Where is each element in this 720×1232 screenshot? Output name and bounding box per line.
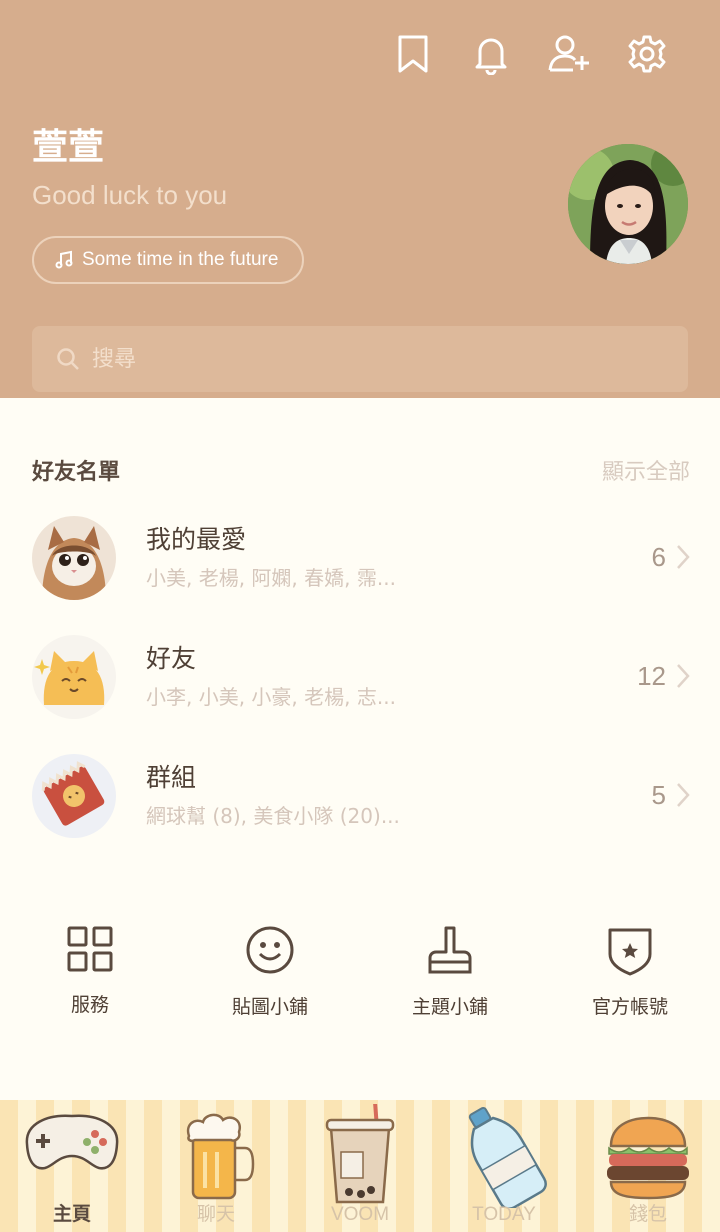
hamburger-icon xyxy=(607,1116,689,1200)
friends-count: 12 xyxy=(637,661,666,691)
services-button[interactable]: 服務 xyxy=(0,924,180,1017)
sticker-shop-button[interactable]: 貼圖小鋪 xyxy=(180,924,360,1019)
beer-mug-icon xyxy=(186,1113,255,1200)
search-icon xyxy=(57,348,79,370)
profile-name[interactable]: 萱萱 xyxy=(32,118,104,170)
tab-wallet-label: 錢包 xyxy=(628,1204,667,1225)
bottom-tab-bar: 主頁 聊天 VOOM TODAY 錢包 xyxy=(0,1100,720,1232)
settings-gear-icon[interactable] xyxy=(608,32,686,76)
profile-avatar[interactable] xyxy=(568,144,688,264)
header-actions xyxy=(374,32,686,76)
list-item-friends[interactable]: 好友 小李, 小美, 小豪, 老楊, 志... 12 xyxy=(0,621,720,731)
profile-music-button[interactable]: Some time in the future xyxy=(32,236,305,284)
paint-brush-icon xyxy=(428,926,472,974)
soda-bottle-icon xyxy=(468,1106,547,1208)
list-item-favorites[interactable]: 我的最愛 小美, 老楊, 阿嫻, 春嬌, 霈... 6 xyxy=(0,502,720,612)
tab-voom-label: VOOM xyxy=(330,1204,390,1225)
status-message[interactable]: Good luck to you xyxy=(32,180,227,211)
bubble-tea-icon xyxy=(325,1104,395,1204)
add-friend-icon[interactable] xyxy=(530,32,608,76)
sticker-shop-label: 貼圖小鋪 xyxy=(231,996,308,1018)
favorites-title: 我的最愛 xyxy=(146,525,247,554)
theme-shop-label: 主題小鋪 xyxy=(411,996,488,1018)
favorites-count: 6 xyxy=(651,542,666,572)
bookmark-icon[interactable] xyxy=(374,32,452,76)
search-bar[interactable] xyxy=(32,326,688,392)
favorites-thumbnail xyxy=(32,516,116,600)
game-controller-icon xyxy=(25,1114,119,1170)
profile-header: 萱萱 Good luck to you Some time in the fut… xyxy=(0,0,720,398)
chevron-right-icon xyxy=(676,544,690,574)
tab-chats[interactable]: 聊天 xyxy=(144,1100,288,1232)
services-label: 服務 xyxy=(70,994,109,1016)
friends-thumbnail xyxy=(32,635,116,719)
music-note-icon xyxy=(55,250,73,269)
show-all-link[interactable]: 顯示全部 xyxy=(602,454,690,486)
grid-icon xyxy=(67,926,113,972)
smiley-icon xyxy=(246,926,294,974)
groups-title: 群組 xyxy=(146,763,197,792)
search-input[interactable] xyxy=(92,346,652,372)
theme-shop-button[interactable]: 主題小鋪 xyxy=(360,924,540,1019)
groups-members: 網球幫 (8), 美食小隊 (20)... xyxy=(146,804,400,828)
tab-today-label: TODAY xyxy=(472,1204,536,1225)
chevron-right-icon xyxy=(676,663,690,693)
tab-home[interactable]: 主頁 xyxy=(0,1100,144,1232)
tab-wallet[interactable]: 錢包 xyxy=(576,1100,720,1232)
tab-home-label: 主頁 xyxy=(52,1204,91,1225)
chevron-right-icon xyxy=(676,782,690,812)
groups-count: 5 xyxy=(651,780,666,810)
notification-bell-icon[interactable] xyxy=(452,32,530,76)
tab-voom[interactable]: VOOM xyxy=(288,1100,432,1232)
friends-members: 小李, 小美, 小豪, 老楊, 志... xyxy=(146,685,396,709)
groups-thumbnail xyxy=(32,754,116,838)
list-item-groups[interactable]: 群組 網球幫 (8), 美食小隊 (20)... 5 xyxy=(0,740,720,850)
official-accounts-button[interactable]: 官方帳號 xyxy=(540,924,720,1019)
favorites-members: 小美, 老楊, 阿嫻, 春嬌, 霈... xyxy=(146,566,396,590)
shield-star-icon xyxy=(608,928,652,976)
tab-chats-label: 聊天 xyxy=(196,1204,235,1225)
friend-list-title: 好友名單 xyxy=(32,460,121,485)
profile-music-label: Some time in the future xyxy=(82,249,279,270)
official-accounts-label: 官方帳號 xyxy=(591,996,668,1018)
friends-title: 好友 xyxy=(146,644,197,673)
tab-today[interactable]: TODAY xyxy=(432,1100,576,1232)
